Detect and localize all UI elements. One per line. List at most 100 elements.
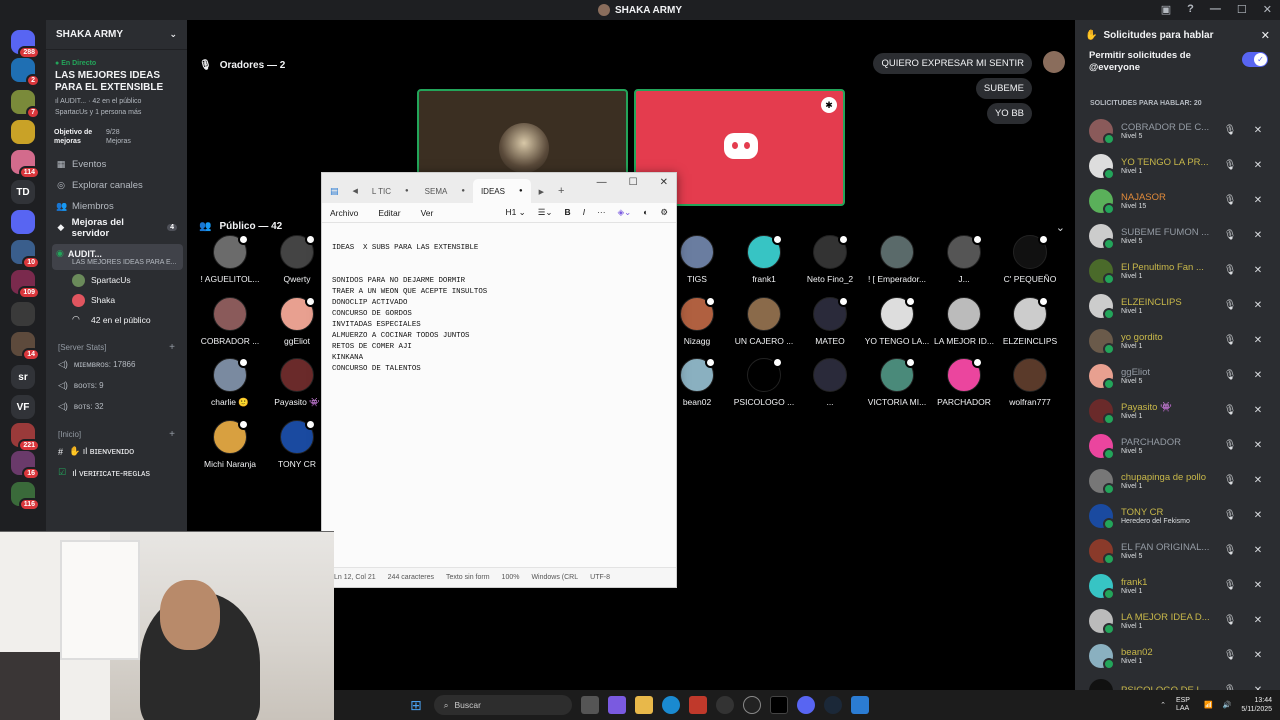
add-channel-icon[interactable]: + — [169, 429, 175, 440]
obs-icon[interactable] — [715, 696, 734, 714]
italic-icon[interactable]: I — [583, 207, 585, 218]
server-icon[interactable] — [11, 302, 35, 326]
speak-request[interactable]: COBRADOR DE C... Nivel 5 🎙 ✕ — [1075, 113, 1280, 148]
close-button[interactable]: ✕ — [660, 177, 668, 188]
dismiss-icon[interactable]: ✕ — [1248, 405, 1268, 416]
audience-member[interactable]: charlie 🙂 — [197, 357, 263, 408]
audience-member[interactable]: ... — [797, 358, 863, 407]
audience-member[interactable]: Neto Fino_2 — [797, 234, 863, 284]
audience-member[interactable]: ! AGUELITOL... — [197, 234, 263, 284]
clock[interactable]: 13:44 5/11/2025 — [1241, 696, 1272, 714]
dismiss-icon[interactable]: ✕ — [1248, 300, 1268, 311]
speak-request[interactable]: TONY CR Heredero del Fekismo 🎙 ✕ — [1075, 498, 1280, 533]
notepad-window[interactable]: ▤ ◀ L TIC ● SEMA ● IDEAS ● ▶ + — ☐ ✕ Archivo… — [321, 172, 677, 588]
server-icon[interactable] — [11, 210, 35, 234]
heading-dropdown[interactable]: H1 ⌄ — [505, 207, 525, 218]
stat-channel[interactable]: ◁) ʙᴏᴏᴛs: 9 — [46, 375, 187, 396]
invite-to-speak-icon[interactable]: 🎙 — [1220, 545, 1240, 556]
server-icon[interactable]: 109 — [11, 270, 40, 299]
dismiss-icon[interactable]: ✕ — [1248, 510, 1268, 521]
dismiss-icon[interactable]: ✕ — [1248, 440, 1268, 451]
server-icon[interactable]: 14 — [11, 332, 40, 361]
speak-request[interactable]: Payasito 👾 Nivel 1 🎙 ✕ — [1075, 393, 1280, 428]
dismiss-icon[interactable]: ✕ — [1248, 195, 1268, 206]
invite-to-speak-icon[interactable]: 🎙 — [1220, 440, 1240, 451]
speak-request[interactable]: EL FAN ORIGINAL... Nivel 5 🎙 ✕ — [1075, 533, 1280, 568]
speak-request[interactable]: PSICOLOGO DE L...🎙✕ — [1075, 673, 1280, 690]
account-icon[interactable]: ◐ — [643, 207, 648, 218]
help-icon[interactable]: ? — [1187, 3, 1194, 16]
dismiss-icon[interactable]: ✕ — [1248, 160, 1268, 171]
server-icon[interactable]: sr — [11, 365, 35, 389]
more-icon[interactable]: ··· — [597, 207, 606, 218]
sidebar-item-mejoras[interactable]: ◆ Mejoras del servidor 4 — [46, 217, 187, 239]
speak-request[interactable]: yo gordito Nivel 1 🎙 ✕ — [1075, 323, 1280, 358]
speak-request[interactable]: El Penultimo Fan ... Nivel 1 🎙 ✕ — [1075, 253, 1280, 288]
invite-to-speak-icon[interactable]: 🎙 — [1220, 300, 1240, 311]
text-channel[interactable]: # ✋ ıl ʙɪᴇɴᴠᴇɴɪᴅᴏ — [46, 441, 187, 462]
minimize-button[interactable]: — — [597, 177, 607, 188]
audience-member[interactable]: COBRADOR ... — [197, 297, 263, 346]
server-icon[interactable]: 114 — [11, 150, 40, 179]
menu-archivo[interactable]: Archivo — [330, 208, 358, 218]
maximize-button[interactable]: ☐ — [629, 177, 638, 188]
category-inicio[interactable]: [Inicio] + — [46, 427, 187, 441]
audience-member[interactable]: Michi Naranja — [197, 419, 263, 469]
dismiss-icon[interactable]: ✕ — [1248, 650, 1268, 661]
copilot-icon[interactable] — [607, 696, 626, 714]
audience-member[interactable]: PSICOLOGO ... — [731, 357, 797, 407]
list-icon[interactable]: ☰⌄ — [538, 207, 553, 218]
speak-request[interactable]: frank1 Nivel 1 🎙 ✕ — [1075, 568, 1280, 603]
voice-channel-active[interactable]: ◉ AUDIT... LAS MEJORES IDEAS PARA E... — [52, 244, 183, 270]
stat-channel[interactable]: ◁) ʙᴏᴛs: 32 — [46, 396, 187, 417]
invite-to-speak-icon[interactable]: 🎙 — [1220, 265, 1240, 276]
collapse-chevron-icon[interactable]: ⌄ — [1056, 221, 1065, 234]
volume-icon[interactable]: 🔊 — [1223, 701, 1232, 709]
tab-scroll-right-icon[interactable]: ▶ — [531, 188, 552, 203]
invite-to-speak-icon[interactable]: 🎙 — [1220, 510, 1240, 521]
menu-editar[interactable]: Editar — [378, 208, 400, 218]
maximize-button[interactable]: ☐ — [1237, 3, 1247, 16]
audience-member[interactable]: ! [ Emperador... — [864, 235, 930, 284]
tab-2[interactable]: SEMA ● — [417, 179, 473, 203]
audience-member[interactable]: YO TENGO LA... — [864, 296, 930, 346]
notepad-icon[interactable] — [850, 696, 869, 714]
close-window-button[interactable]: ✕ — [1263, 3, 1272, 16]
invite-to-speak-icon[interactable]: 🎙 — [1220, 370, 1240, 381]
tab-1[interactable]: ◀ L TIC ● — [345, 179, 417, 203]
sidebar-item-miembros[interactable]: 👥 Miembros — [46, 196, 187, 217]
invite-to-speak-icon[interactable]: 🎙 — [1220, 335, 1240, 346]
server-header[interactable]: SHAKA ARMY ⌄ — [46, 20, 187, 50]
voice-member[interactable]: ◠ 42 en el público — [72, 310, 187, 330]
server-icon[interactable]: TD — [11, 180, 35, 204]
invite-to-speak-icon[interactable]: 🎙 — [1220, 580, 1240, 591]
server-icon[interactable] — [11, 120, 35, 144]
invite-to-speak-icon[interactable]: 🎙 — [1220, 475, 1240, 486]
speak-request[interactable]: bean02 Nivel 1 🎙 ✕ — [1075, 638, 1280, 673]
tab-ideas[interactable]: IDEAS ● — [472, 179, 531, 203]
dismiss-icon[interactable]: ✕ — [1248, 545, 1268, 556]
speak-request[interactable]: YO TENGO LA PR... Nivel 1 🎙 ✕ — [1075, 148, 1280, 183]
server-icon[interactable]: 7 — [11, 90, 40, 119]
audience-member[interactable]: VICTORIA MI... — [864, 357, 930, 407]
audience-member[interactable]: PARCHADOR — [931, 357, 997, 407]
new-tab-button[interactable]: + — [552, 185, 572, 203]
app-icon[interactable] — [688, 696, 707, 714]
invite-to-speak-icon[interactable]: 🎙 — [1220, 615, 1240, 626]
steam-icon[interactable] — [823, 696, 842, 714]
dismiss-icon[interactable]: ✕ — [1248, 370, 1268, 381]
app-icon[interactable] — [742, 696, 761, 714]
server-icon[interactable]: VF — [11, 395, 35, 419]
speak-request[interactable]: NAJASOR Nivel 15 🎙 ✕ — [1075, 183, 1280, 218]
invite-to-speak-icon[interactable]: 🎙 — [1220, 230, 1240, 241]
speak-request[interactable]: PARCHADOR Nivel 5 🎙 ✕ — [1075, 428, 1280, 463]
invite-to-speak-icon[interactable]: 🎙 — [1220, 650, 1240, 661]
capcut-icon[interactable] — [769, 696, 788, 714]
server-icon[interactable]: 116 — [11, 482, 40, 511]
speak-request[interactable]: chupapinga de pollo Nivel 1 🎙 ✕ — [1075, 463, 1280, 498]
edge-icon[interactable] — [661, 696, 680, 714]
audience-member[interactable]: LA MEJOR ID... — [931, 297, 997, 346]
file-explorer-icon[interactable] — [634, 696, 653, 714]
speak-request[interactable]: ggEliot Nivel 5 🎙 ✕ — [1075, 358, 1280, 393]
server-icon[interactable]: 221 — [11, 423, 40, 452]
